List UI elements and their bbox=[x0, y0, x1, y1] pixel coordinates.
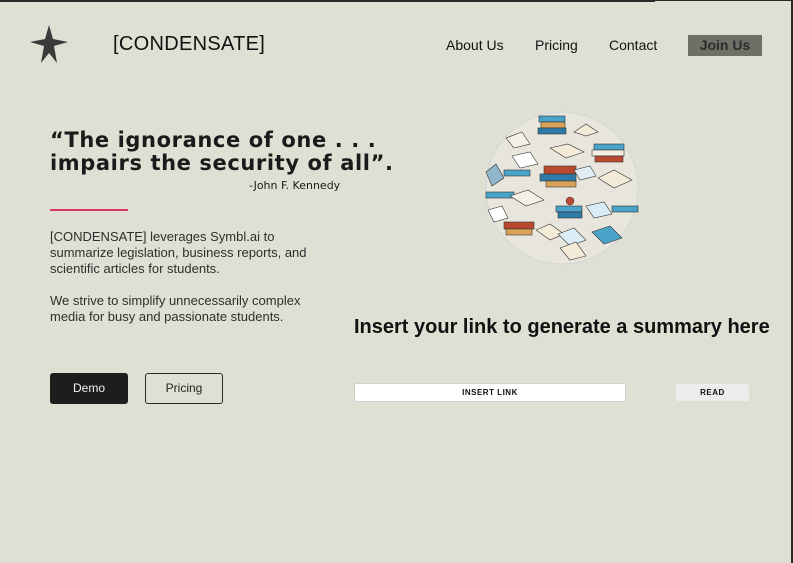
link-input[interactable]: INSERT LINK bbox=[354, 383, 626, 402]
brand-name[interactable]: [CONDENSATE] bbox=[113, 33, 265, 56]
star-icon[interactable] bbox=[30, 25, 68, 63]
summary-heading: Insert your link to generate a summary h… bbox=[354, 316, 770, 338]
intro-paragraph: [CONDENSATE] leverages Symbl.ai to summa… bbox=[50, 229, 307, 276]
pricing-button[interactable]: Pricing bbox=[145, 373, 223, 404]
quote-author: -John F. Kennedy bbox=[249, 179, 341, 192]
nav-about-us[interactable]: About Us bbox=[446, 37, 504, 53]
demo-button[interactable]: Demo bbox=[50, 373, 128, 404]
join-us-button[interactable]: Join Us bbox=[688, 35, 762, 56]
hero-quote: “The ignorance of one . . . impairs the … bbox=[50, 128, 394, 175]
nav-contact[interactable]: Contact bbox=[609, 37, 657, 53]
read-button[interactable]: READ bbox=[676, 384, 749, 401]
books-illustration bbox=[482, 108, 642, 268]
mission-paragraph: We strive to simplify unnecessarily comp… bbox=[50, 293, 301, 324]
window-border-top-thin bbox=[655, 0, 793, 1]
window-border-top bbox=[0, 0, 655, 2]
nav-pricing[interactable]: Pricing bbox=[535, 37, 578, 53]
accent-divider bbox=[50, 209, 128, 211]
